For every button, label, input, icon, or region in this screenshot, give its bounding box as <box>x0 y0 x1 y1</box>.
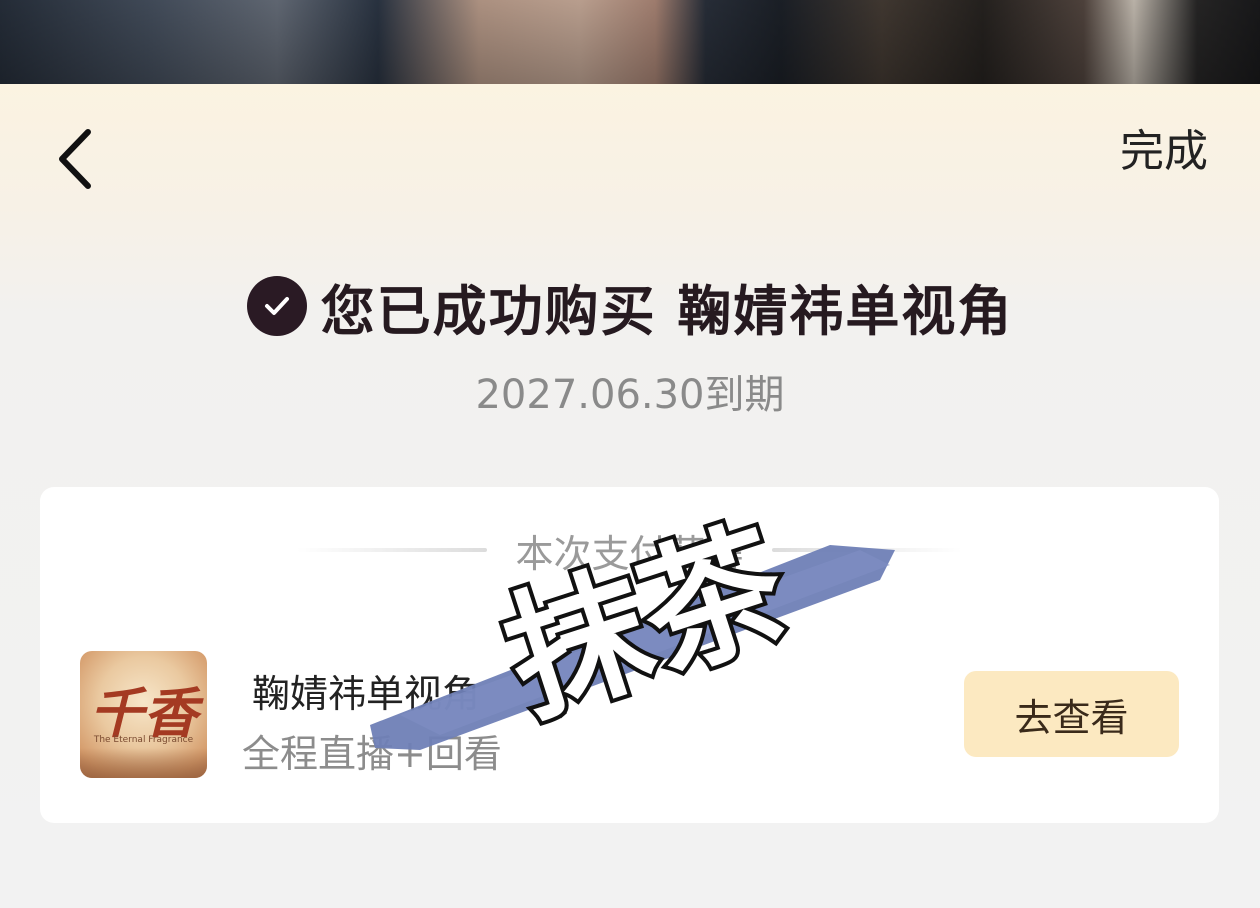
chevron-left-icon <box>59 129 91 189</box>
purchase-status: 您已成功购买 鞠婧祎单视角 <box>0 270 1260 343</box>
divider-line-left <box>297 548 488 552</box>
purchase-card: 本次支付获得 千香 The Eternal Fragrance 鞠婧祎单视角 全… <box>40 487 1219 823</box>
thumbnail-subtitle: The Eternal Fragrance <box>93 735 194 745</box>
purchase-title: 您已成功购买 鞠婧祎单视角 <box>320 279 1014 343</box>
hero-image <box>0 0 1260 84</box>
section-divider: 本次支付获得 <box>40 525 1219 576</box>
expiry-date: 2027.06.30到期 <box>475 372 785 418</box>
section-label: 本次支付获得 <box>515 531 744 576</box>
view-button[interactable]: 去查看 <box>964 671 1179 757</box>
back-button[interactable] <box>46 124 106 194</box>
item-title: 鞠婧祎单视角 <box>252 672 481 716</box>
thumbnail-mountains <box>80 748 207 778</box>
show-thumbnail[interactable]: 千香 The Eternal Fragrance <box>80 651 207 778</box>
hero-shade <box>0 0 1260 84</box>
done-button[interactable]: 完成 <box>1120 124 1208 180</box>
check-circle-icon <box>246 276 307 336</box>
divider-line-right <box>771 548 962 552</box>
item-subtitle: 全程直播+回看 <box>242 732 502 776</box>
